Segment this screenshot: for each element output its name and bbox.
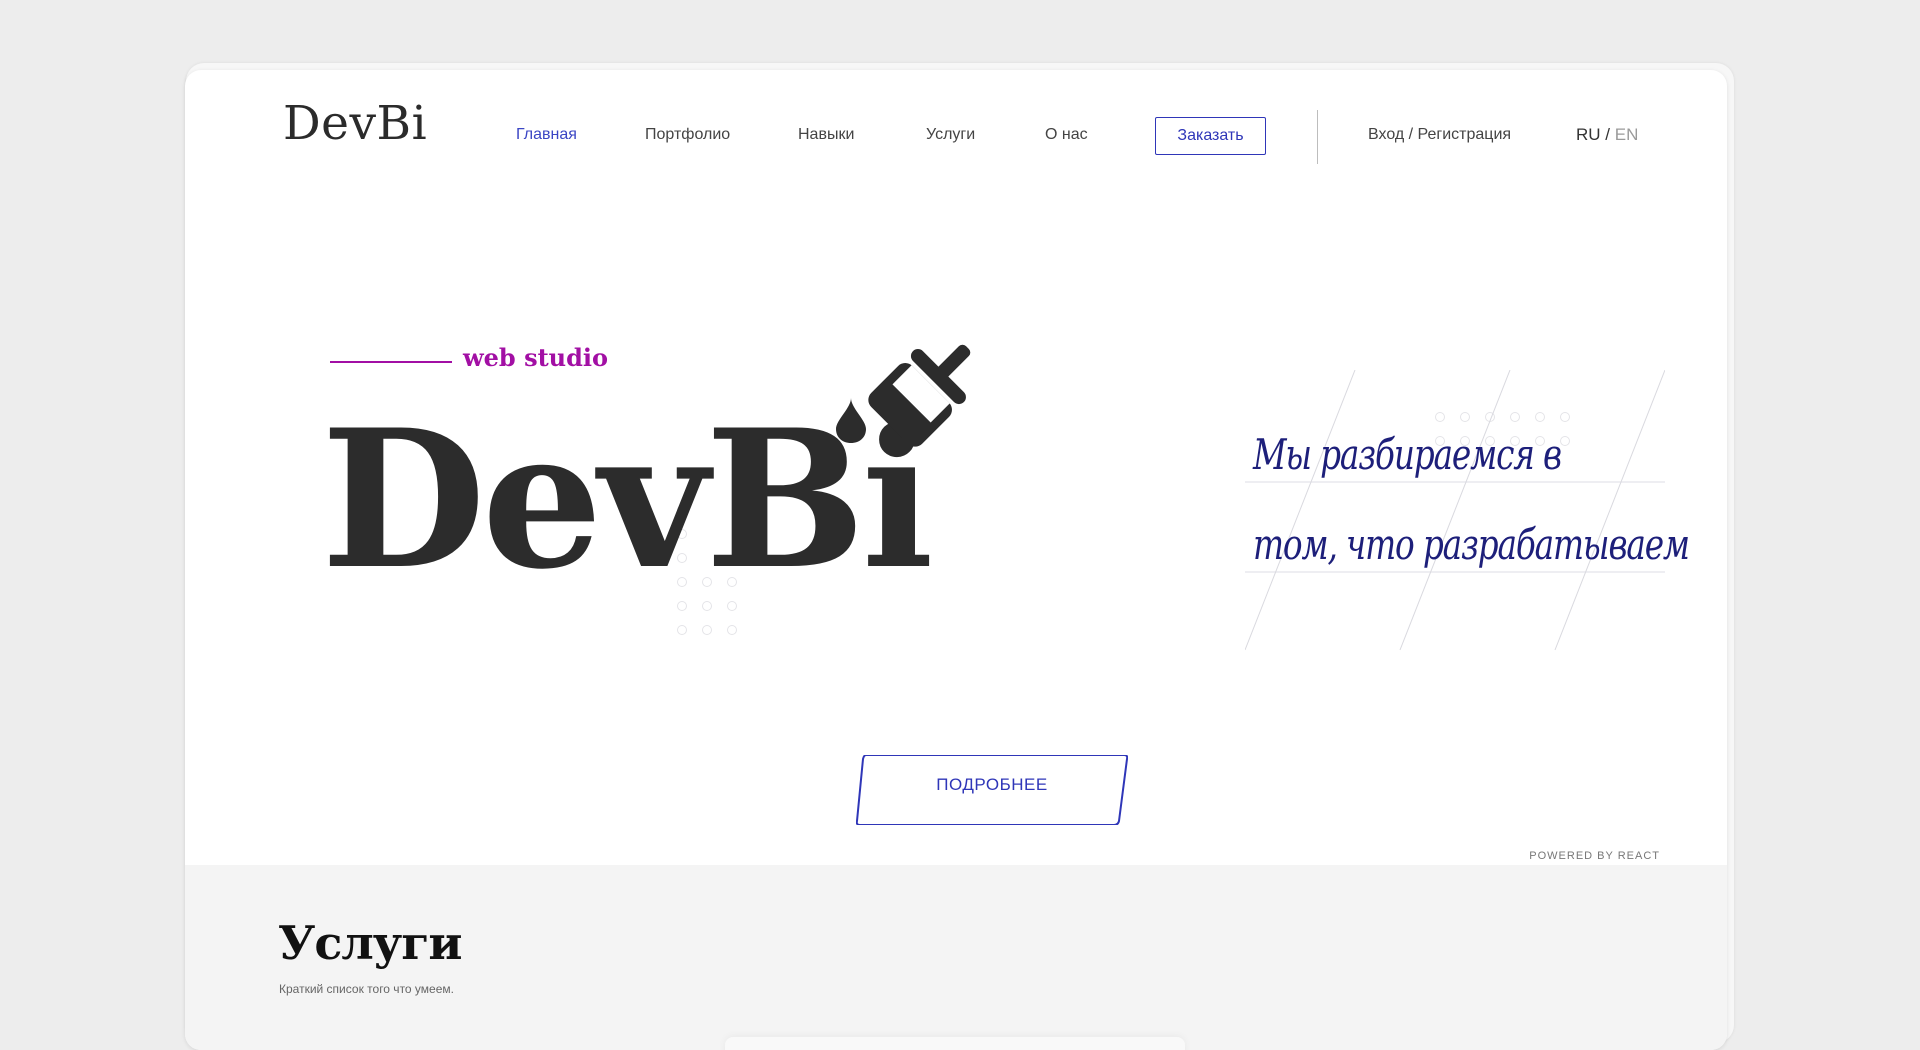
nav-divider xyxy=(1317,110,1318,164)
tagline: web studio xyxy=(463,343,609,372)
login-register-link[interactable]: Вход / Регистрация xyxy=(1368,127,1511,143)
services-section: Услуги Краткий список того что умеем. xyxy=(185,865,1727,1050)
services-title: Услуги xyxy=(278,916,463,970)
nav-item-home[interactable]: Главная xyxy=(516,127,577,143)
slogan-line-2: том, что разрабатываем xyxy=(1253,520,1690,569)
tagline-line xyxy=(330,361,452,363)
nav-item-services[interactable]: Услуги xyxy=(926,127,975,143)
order-button[interactable]: Заказать xyxy=(1155,117,1266,155)
more-button[interactable]: ПОДРОБНЕЕ xyxy=(856,755,1128,825)
slogan-line-1: Мы разбираемся в xyxy=(1253,430,1562,479)
more-button-label: ПОДРОБНЕЕ xyxy=(936,775,1048,794)
lang-ru-option[interactable]: RU xyxy=(1576,125,1601,144)
powered-by-label: POWERED BY REACT xyxy=(1529,850,1660,862)
nav-item-about[interactable]: О нас xyxy=(1045,127,1088,143)
nav-item-skills[interactable]: Навыки xyxy=(798,127,854,143)
service-card xyxy=(725,1037,1185,1050)
header-logo[interactable]: DevBi xyxy=(283,100,427,147)
browser-frame: DevBi Главная Портфолио Навыки Услуги О … xyxy=(185,70,1727,1050)
drop-icon xyxy=(834,398,868,449)
lang-en-option[interactable]: EN xyxy=(1615,125,1639,144)
language-switcher: RU / EN xyxy=(1576,126,1638,143)
services-subtitle: Краткий список того что умеем. xyxy=(279,982,454,996)
lang-separator: / xyxy=(1605,125,1611,144)
nav-item-portfolio[interactable]: Портфолио xyxy=(645,127,730,143)
hero-slogan: Мы разбираемся в том, что разрабатываем xyxy=(1253,410,1690,590)
